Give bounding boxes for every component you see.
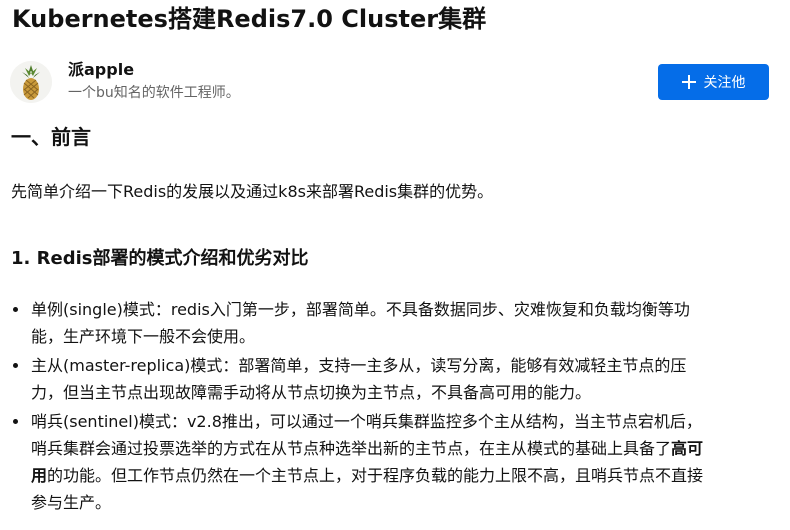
list-item-line: 哨兵(sentinel)模式：v2.8推出，可以通过一个哨兵集群监控多个主从结构… [31,412,702,431]
emphasis-text: 用 [31,466,48,485]
pineapple-icon [10,61,52,103]
bullet-icon [13,419,18,424]
list-item-single: 单例(single)模式：redis入门第一步，部署简单。不具备数据同步、灾难恢… [11,296,779,350]
author-bio: 一个bu知名的软件工程师。 [68,85,240,101]
list-item-line: 用的功能。但工作节点仍然在一个主节点上，对于程序负载的能力上限不高，且哨兵节点不… [31,462,779,489]
article-title: Kubernetes搭建Redis7.0 Cluster集群 [12,5,487,33]
bullet-icon [13,307,18,312]
section-heading: 一、前言 [11,125,91,149]
author-avatar[interactable] [10,61,52,103]
author-card: 派apple 一个bu知名的软件工程师。 关注他 [10,59,780,107]
list-item-text: 的功能。但工作节点仍然在一个主节点上，对于程序负载的能力上限不高，且哨兵节点不直… [47,466,704,485]
bullet-icon [13,363,18,368]
list-item-line: 主从(master-replica)模式：部署简单，支持一主多从，读写分离，能够… [31,356,687,375]
list-item-line: 单例(single)模式：redis入门第一步，部署简单。不具备数据同步、灾难恢… [31,300,690,319]
list-item-line: 哨兵集群会通过投票选举的方式在从节点种选举出新的主节点，在主从模式的基础上具备了… [31,435,779,462]
plus-icon [681,75,696,89]
follow-button-label: 关注他 [703,75,746,91]
modes-list: 单例(single)模式：redis入门第一步，部署简单。不具备数据同步、灾难恢… [11,296,779,518]
author-name[interactable]: 派apple [68,59,134,81]
list-item-text: 哨兵集群会通过投票选举的方式在从节点种选举出新的主节点，在主从模式的基础上具备了 [31,439,672,458]
follow-button[interactable]: 关注他 [658,64,769,100]
list-item-line: 参与生产。 [31,493,112,512]
subsection-heading: 1. Redis部署的模式介绍和优劣对比 [11,248,309,269]
list-item-sentinel: 哨兵(sentinel)模式：v2.8推出，可以通过一个哨兵集群监控多个主从结构… [11,408,779,516]
article-page: Kubernetes搭建Redis7.0 Cluster集群 派apple 一个… [0,0,790,530]
list-item-line: 能，生产环境下一般不会使用。 [31,327,256,346]
emphasis-text: 高可 [671,439,704,458]
list-item-master-replica: 主从(master-replica)模式：部署简单，支持一主多从，读写分离，能够… [11,352,779,406]
intro-paragraph: 先简单介绍一下Redis的发展以及通过k8s来部署Redis集群的优势。 [11,182,494,201]
list-item-line: 力，但当主节点出现故障需手动将从节点切换为主节点，不具备高可用的能力。 [31,383,592,402]
